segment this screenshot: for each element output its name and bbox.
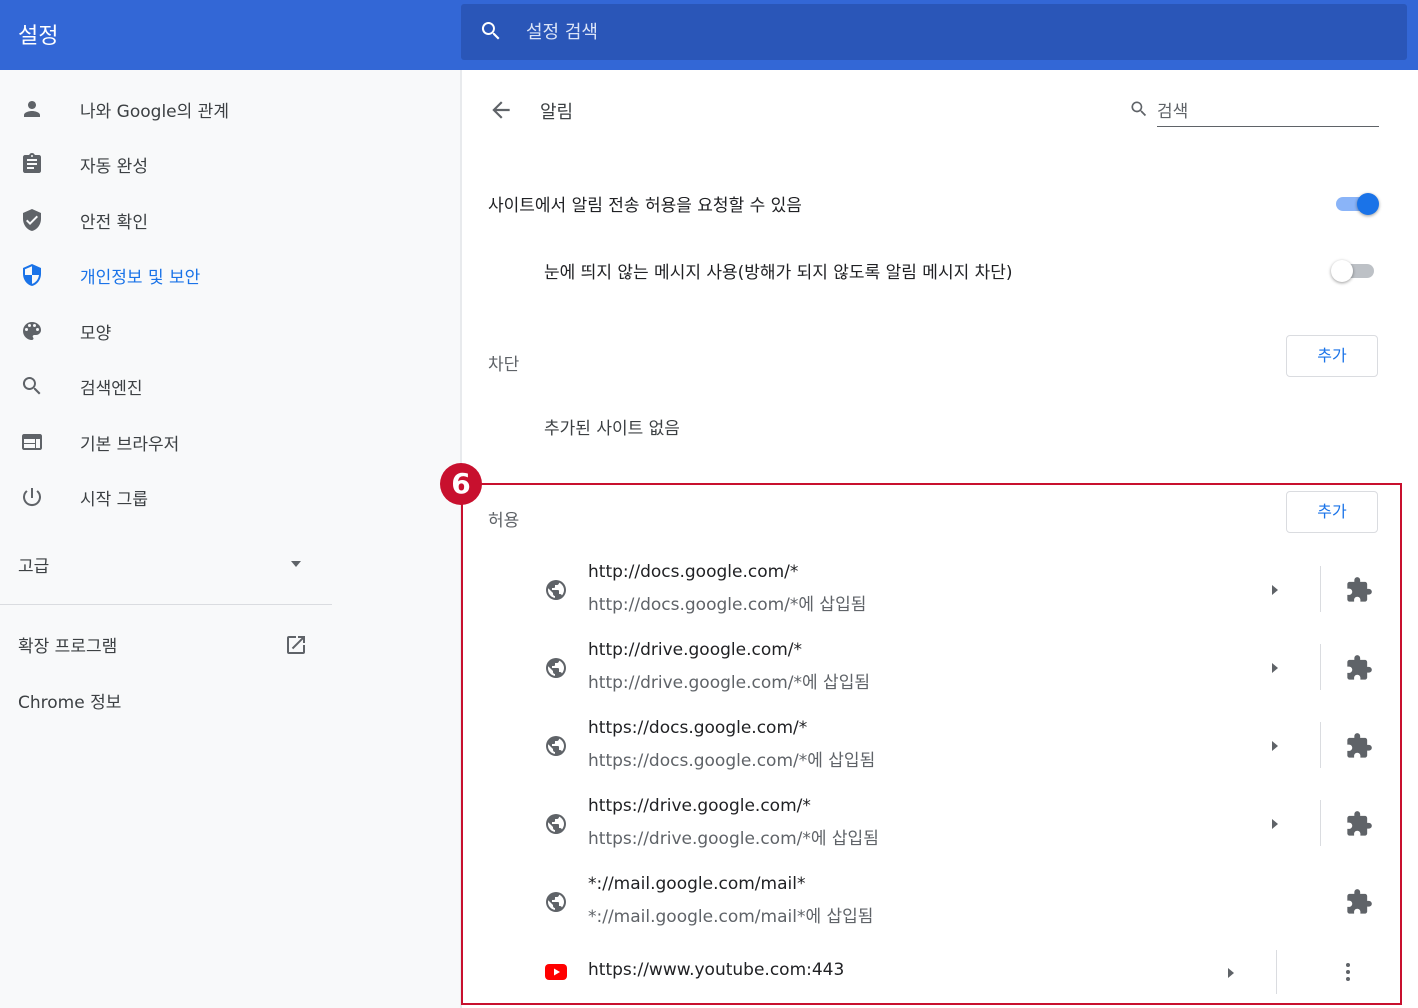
sidebar-item-label: 개인정보 및 보안 xyxy=(80,268,201,288)
site-url: http://docs.google.com/* xyxy=(588,562,799,582)
site-embedded-text: https://drive.google.com/*에 삽입됨 xyxy=(588,829,879,849)
shield-icon xyxy=(23,264,41,286)
globe-icon xyxy=(546,658,566,678)
row-separator xyxy=(1320,800,1321,846)
site-row-youtube[interactable]: https://www.youtube.com:443 xyxy=(462,950,1400,998)
sidebar-item-label: 자동 완성 xyxy=(80,157,148,177)
shield-check-icon xyxy=(23,209,41,231)
about-chrome-link[interactable]: Chrome 정보 xyxy=(18,688,121,713)
browser-icon xyxy=(22,434,42,450)
app-title: 설정 xyxy=(18,24,59,49)
sidebar-item-search-engine[interactable]: 검색엔진 xyxy=(0,364,440,408)
power-icon xyxy=(23,488,41,507)
puzzle-extension-icon[interactable] xyxy=(1345,654,1373,682)
toggle-knob xyxy=(1357,193,1379,215)
globe-icon xyxy=(546,580,566,600)
sidebar-item-label: 모양 xyxy=(80,324,112,344)
advanced-toggle[interactable]: 고급 xyxy=(18,552,49,577)
globe-icon xyxy=(546,736,566,756)
site-embedded-text: http://drive.google.com/*에 삽입됨 xyxy=(588,673,870,693)
settings-search-input[interactable]: 설정 검색 xyxy=(526,18,598,44)
arrow-right-icon[interactable] xyxy=(1268,815,1282,833)
arrow-right-icon[interactable] xyxy=(1224,964,1238,982)
caret-down-icon[interactable] xyxy=(288,556,304,572)
sidebar-item-label: 시작 그룹 xyxy=(80,490,148,510)
notifications-search-input[interactable]: 검색 xyxy=(1157,97,1188,122)
arrow-right-icon[interactable] xyxy=(1268,581,1282,599)
site-url: http://drive.google.com/* xyxy=(588,640,803,660)
search-icon xyxy=(22,377,41,395)
allow-add-button[interactable]: 추가 xyxy=(1286,491,1378,533)
row-separator xyxy=(1320,566,1321,612)
person-icon xyxy=(24,101,40,117)
row-separator xyxy=(1320,722,1321,768)
site-embedded-text: http://docs.google.com/*에 삽입됨 xyxy=(588,595,867,615)
site-row[interactable]: https://drive.google.com/* https://drive… xyxy=(462,796,1400,874)
sidebar-item-autofill[interactable]: 자동 완성 xyxy=(0,142,440,186)
site-url: *://mail.google.com/mail* xyxy=(588,874,806,894)
site-row[interactable]: http://docs.google.com/* http://docs.goo… xyxy=(462,562,1400,640)
sidebar-item-label: 검색엔진 xyxy=(80,379,143,399)
site-url: https://www.youtube.com:443 xyxy=(588,960,845,980)
search-icon xyxy=(1131,101,1147,117)
sidebar-item-safety-check[interactable]: 안전 확인 xyxy=(0,198,440,242)
open-in-new-icon[interactable] xyxy=(284,633,308,657)
site-url: https://drive.google.com/* xyxy=(588,796,811,816)
palette-icon xyxy=(23,322,41,340)
row-separator xyxy=(1276,950,1277,994)
sidebar-item-appearance[interactable]: 모양 xyxy=(0,309,440,353)
toggle-knob xyxy=(1331,260,1353,282)
site-url: https://docs.google.com/* xyxy=(588,718,808,738)
puzzle-extension-icon[interactable] xyxy=(1345,888,1373,916)
sidebar-item-label: 나와 Google의 관계 xyxy=(80,102,229,122)
puzzle-extension-icon[interactable] xyxy=(1345,732,1373,760)
row-separator xyxy=(1320,644,1321,690)
site-embedded-text: https://docs.google.com/*에 삽입됨 xyxy=(588,751,876,771)
allow-heading: 허용 xyxy=(488,511,520,531)
puzzle-extension-icon[interactable] xyxy=(1345,576,1373,604)
globe-icon xyxy=(546,814,566,834)
globe-icon xyxy=(546,892,566,912)
ask-to-send-label: 사이트에서 알림 전송 허용을 요청할 수 있음 xyxy=(488,196,802,216)
sidebar-item-default-browser[interactable]: 기본 브라우저 xyxy=(0,420,440,464)
clipboard-icon xyxy=(23,153,41,173)
arrow-right-icon[interactable] xyxy=(1268,737,1282,755)
search-icon[interactable] xyxy=(479,19,503,43)
block-heading: 차단 xyxy=(488,355,520,375)
back-arrow-icon[interactable] xyxy=(488,97,514,123)
arrow-right-icon[interactable] xyxy=(1268,659,1282,677)
sidebar: 나와 Google의 관계 자동 완성 안전 확인 개인정보 및 보안 모양 검… xyxy=(0,70,460,1008)
block-add-button[interactable]: 추가 xyxy=(1286,335,1378,377)
sidebar-item-label: 안전 확인 xyxy=(80,213,148,233)
sidebar-item-label: 기본 브라우저 xyxy=(80,435,180,455)
extensions-link[interactable]: 확장 프로그램 xyxy=(18,632,117,657)
sidebar-item-privacy-security[interactable]: 개인정보 및 보안 xyxy=(0,253,440,297)
site-row[interactable]: https://docs.google.com/* https://docs.g… xyxy=(462,718,1400,796)
sidebar-item-on-startup[interactable]: 시작 그룹 xyxy=(0,475,440,519)
site-row[interactable]: http://drive.google.com/* http://drive.g… xyxy=(462,640,1400,718)
site-row[interactable]: *://mail.google.com/mail* *://mail.googl… xyxy=(462,874,1400,952)
sidebar-item-you-and-google[interactable]: 나와 Google의 관계 xyxy=(0,87,440,131)
step-badge: 6 xyxy=(440,463,482,505)
search-underline xyxy=(1157,126,1379,127)
site-embedded-text: *://mail.google.com/mail*에 삽입됨 xyxy=(588,907,874,927)
more-vert-icon[interactable] xyxy=(1338,960,1358,984)
page-title: 알림 xyxy=(540,102,574,123)
settings-search-bar[interactable] xyxy=(461,4,1407,60)
puzzle-extension-icon[interactable] xyxy=(1345,810,1373,838)
sidebar-divider xyxy=(0,604,332,605)
quiet-messaging-label: 눈에 띄지 않는 메시지 사용(방해가 되지 않도록 알림 메시지 차단) xyxy=(544,263,1013,283)
block-empty-text: 추가된 사이트 없음 xyxy=(544,419,680,439)
youtube-icon xyxy=(545,964,567,980)
